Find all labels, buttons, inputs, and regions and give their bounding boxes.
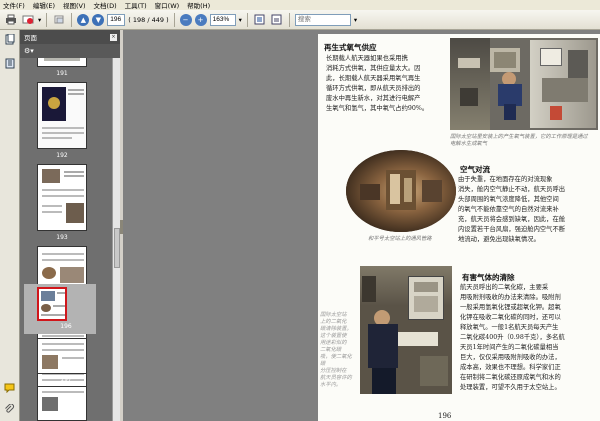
previous-page-icon[interactable]: ▲ bbox=[77, 13, 90, 26]
photo-caption: 和平号太空站上的通风管路 bbox=[368, 236, 432, 242]
co2-removal-photo bbox=[360, 266, 452, 394]
toolbar-separator bbox=[288, 12, 290, 27]
ventilation-photo bbox=[346, 150, 456, 232]
toolbar-separator bbox=[46, 12, 48, 27]
navigation-strip bbox=[0, 30, 20, 421]
thumbnail-scrollbar[interactable] bbox=[112, 58, 120, 421]
menu-bar: 文件(F) 编辑(E) 视图(V) 文档(D) 工具(T) 窗口(W) 帮助(H… bbox=[0, 0, 600, 10]
hand-tool-icon[interactable] bbox=[52, 13, 66, 27]
menu-help[interactable]: 帮助(H) bbox=[187, 0, 210, 10]
close-icon[interactable]: × bbox=[110, 33, 117, 41]
page-thumbnail[interactable] bbox=[37, 164, 87, 231]
page-thumbnail[interactable] bbox=[37, 386, 87, 421]
section-title: 空气对流 bbox=[460, 165, 490, 174]
menu-tools[interactable]: 工具(T) bbox=[125, 0, 147, 10]
section-title: 再生式氧气供应 bbox=[324, 43, 377, 52]
comments-icon[interactable] bbox=[4, 382, 15, 393]
menu-document[interactable]: 文档(D) bbox=[94, 0, 117, 10]
zoom-input[interactable] bbox=[209, 13, 236, 26]
pages-panel-icon[interactable] bbox=[4, 34, 15, 45]
side-caption: 国际太空站 上的二氧化 碳清除装置。 这个装置使 用迷彩似的 二氧化碳 吸，使二… bbox=[320, 312, 352, 388]
toolbar-separator bbox=[246, 12, 248, 27]
next-page-icon[interactable]: ▼ bbox=[92, 13, 105, 26]
menu-edit[interactable]: 编辑(E) bbox=[33, 0, 55, 10]
pages-panel-title: 页面 bbox=[24, 34, 37, 42]
attachment-icon[interactable] bbox=[4, 404, 15, 415]
page-number-input[interactable] bbox=[107, 13, 126, 26]
iss-oxygen-photo bbox=[450, 38, 598, 130]
section-title: 有害气体的清除 bbox=[462, 273, 515, 282]
thumbnail-label: 192 bbox=[56, 152, 68, 159]
options-icon[interactable]: ⚙▾ bbox=[24, 47, 34, 55]
document-page: 再生式氧气供应 长期载人航天器如果也采用携 消耗方式供氧，其供应量太大。因 此，… bbox=[318, 34, 600, 421]
search-input[interactable] bbox=[294, 13, 351, 26]
section-body: 航天员呼出的二氧化碳，主要采 用吸附剂吸收的办法来清除。吸附剂 一般采用氢氧化锂… bbox=[460, 284, 565, 391]
pages-panel-toolbar: ⚙▾ bbox=[20, 44, 120, 58]
thumbnail-label: 193 bbox=[56, 234, 68, 241]
section-body: 由于失重，在地面存在的对流现象 消失，舱内空气静止不动，航天员呼出 头部周围的氧… bbox=[458, 176, 566, 243]
pages-panel-header: 页面 × bbox=[20, 30, 120, 44]
thumbnail-label: 191 bbox=[56, 70, 68, 77]
zoom-dropdown-icon[interactable]: ▾ bbox=[239, 16, 242, 24]
page-number: 196 bbox=[438, 412, 452, 420]
page-thumbnail[interactable] bbox=[37, 338, 87, 374]
bookmarks-panel-icon[interactable] bbox=[4, 58, 15, 69]
menu-window[interactable]: 窗口(W) bbox=[155, 0, 180, 10]
section-body: 长期载人航天器如果也采用携 消耗方式供氧，其供应量太大。因 此，长期载人航天器采… bbox=[326, 55, 429, 112]
page-count-label: ( 198 / 449 ) bbox=[128, 15, 169, 24]
toolbar: ▾ ▲ ▼ ( 198 / 449 ) − + ▾ ▾ bbox=[0, 10, 600, 30]
toolbar-separator bbox=[173, 12, 175, 27]
page-thumbnail[interactable] bbox=[37, 58, 87, 67]
toolbar-separator bbox=[71, 12, 73, 27]
email-icon[interactable] bbox=[21, 13, 35, 27]
document-viewer[interactable]: 再生式氧气供应 长期载人航天器如果也采用携 消耗方式供氧，其供应量太大。因 此，… bbox=[123, 30, 600, 421]
fit-page-icon[interactable] bbox=[253, 13, 267, 27]
page-thumbnail-selected[interactable] bbox=[37, 287, 67, 321]
thumbnail-label: 196 bbox=[60, 323, 72, 330]
zoom-in-icon[interactable]: + bbox=[194, 13, 207, 26]
photo-caption: 国际太空站里安装上的产生氧气装置，它的工作原理是通过电解水生成氧气 bbox=[450, 134, 588, 147]
zoom-out-icon[interactable]: − bbox=[179, 13, 192, 26]
thumbnail-label: 197 bbox=[60, 376, 72, 383]
search-dropdown-icon[interactable]: ▾ bbox=[354, 16, 357, 24]
dropdown-arrow-icon[interactable]: ▾ bbox=[38, 16, 41, 24]
menu-view[interactable]: 视图(V) bbox=[63, 0, 86, 10]
fit-width-icon[interactable] bbox=[270, 13, 284, 27]
print-icon[interactable] bbox=[4, 13, 18, 27]
page-thumbnail[interactable] bbox=[37, 82, 87, 149]
menu-file[interactable]: 文件(F) bbox=[3, 0, 25, 10]
